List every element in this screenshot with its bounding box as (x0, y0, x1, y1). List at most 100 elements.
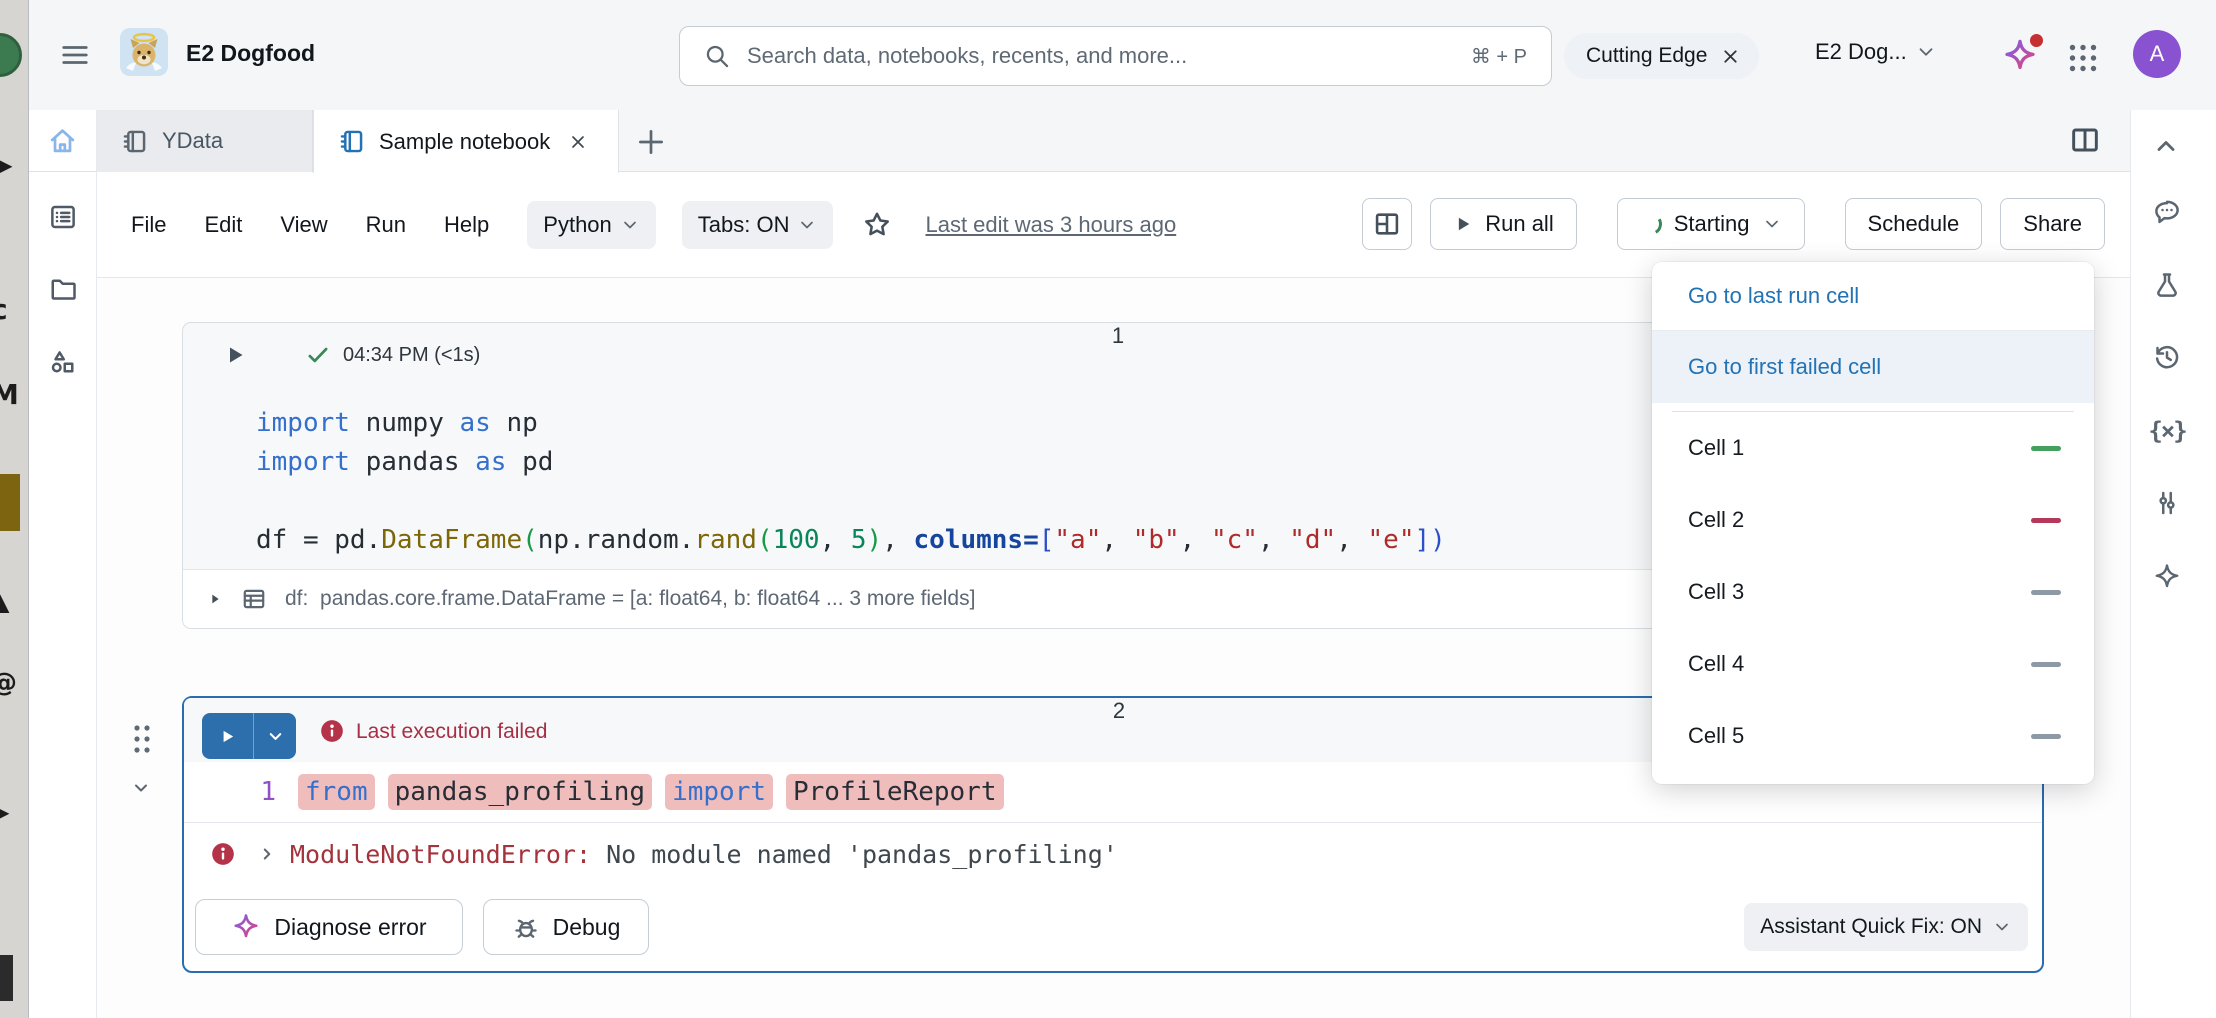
code-token: columns (913, 525, 1024, 555)
cell-status-dash-none (2031, 589, 2061, 595)
dataframe-summary: df: pandas.core.frame.DataFrame = [a: fl… (285, 587, 976, 610)
run-menu-cell-row[interactable]: Cell 4 (1652, 628, 2094, 700)
hamburger-menu-icon[interactable] (58, 40, 92, 70)
code-line: import pandas as pd (256, 443, 1446, 482)
menu-edit[interactable]: Edit (204, 212, 242, 238)
variables-icon[interactable]: {×} (2148, 416, 2187, 446)
cluster-status-button[interactable]: Starting (1616, 198, 1805, 250)
go-to-last-run-cell[interactable]: Go to last run cell (1652, 262, 2094, 330)
run-all-button[interactable]: Run all (1430, 198, 1577, 250)
code-token: 100 (772, 525, 820, 555)
background-window-strip: ▶ c M ▲ @ ▶ (0, 0, 28, 1018)
error-message: ModuleNotFoundError: No module named 'pa… (290, 840, 1118, 869)
tab-sample-notebook[interactable]: Sample notebook (313, 110, 619, 173)
user-avatar[interactable]: A (2133, 30, 2181, 78)
code-token: ProfileReport (786, 774, 1004, 810)
run-menu-cell-row[interactable]: Cell 2 (1652, 484, 2094, 556)
run-options-button[interactable] (254, 713, 296, 759)
background-olive-shape (0, 474, 20, 531)
settings-sliders-icon[interactable] (2152, 488, 2182, 518)
run-menu-cell-row[interactable]: Cell 5 (1652, 700, 2094, 772)
assistant-quick-fix-toggle[interactable]: Assistant Quick Fix: ON (1744, 903, 2028, 951)
run-button[interactable] (202, 713, 254, 759)
experiments-flask-icon[interactable] (2152, 270, 2182, 300)
code-token: , (1257, 525, 1290, 555)
sidebar-item-shapes[interactable] (48, 347, 78, 377)
app-switcher-icon[interactable] (2065, 40, 2101, 76)
history-icon[interactable] (2152, 342, 2182, 372)
last-edit-link[interactable]: Last edit was 3 hours ago (925, 212, 1176, 238)
debug-button[interactable]: Debug (483, 899, 649, 955)
cutting-edge-chip[interactable]: Cutting Edge (1564, 33, 1760, 79)
search-input[interactable]: Search data, notebooks, recents, and mor… (679, 26, 1552, 86)
home-tab[interactable] (29, 110, 97, 171)
run-menu-cell-row[interactable]: Cell 1 (1652, 412, 2094, 484)
code-token: , (1179, 525, 1211, 555)
menu-help[interactable]: Help (444, 212, 489, 238)
tab-close-icon[interactable] (568, 132, 588, 152)
cell-label: Cell 5 (1688, 723, 1745, 748)
diagnose-error-button[interactable]: Diagnose error (195, 899, 463, 955)
workspace-selector[interactable]: E2 Dog... (1815, 39, 1937, 65)
menu-run[interactable]: Run (366, 212, 406, 238)
cell-drag-handle[interactable] (130, 723, 154, 755)
code-token: ] (1414, 525, 1431, 555)
code-token: np (490, 408, 538, 438)
collapse-cell-icon[interactable] (128, 778, 154, 798)
chevron-down-icon (801, 221, 814, 228)
code-token: , (1336, 525, 1368, 555)
tabs-toggle[interactable]: Tabs: ON (681, 200, 834, 249)
code-token: df = pd. (256, 525, 382, 555)
code-token: "e" (1367, 525, 1415, 555)
tab-ydata[interactable]: YData (97, 110, 313, 172)
code-token: ) (866, 525, 883, 555)
cell-1-code[interactable]: import numpy as np import pandas as pd df … (256, 404, 1446, 560)
expand-caret-icon[interactable] (207, 591, 223, 607)
cell-label: Cell 3 (1688, 579, 1745, 604)
cell-status-dash-none (2031, 733, 2061, 739)
top-header: E2 Dogfood Search data, notebooks, recen… (29, 0, 2216, 110)
comments-icon[interactable] (2152, 197, 2182, 227)
error-type: ModuleNotFoundError: (290, 840, 592, 869)
run-menu-cell-row[interactable]: Cell 3 (1652, 556, 2094, 628)
favorite-star-icon[interactable] (861, 209, 893, 241)
spinner-icon (1637, 210, 1665, 238)
collapse-panel-icon[interactable] (2152, 132, 2182, 162)
go-to-first-failed-cell[interactable]: Go to first failed cell (1652, 330, 2094, 403)
search-shortcut: ⌘ + P (1470, 45, 1527, 68)
code-token: pandas_profiling (387, 774, 653, 810)
sidebar-item-toc[interactable] (48, 202, 78, 232)
run-status-dropdown: Go to last run cell Go to first failed c… (1652, 262, 2094, 784)
expand-error-icon[interactable] (258, 845, 276, 863)
split-view-icon[interactable] (2069, 124, 2103, 158)
menu-file[interactable]: File (131, 212, 166, 238)
chip-close-icon[interactable] (1720, 46, 1741, 67)
code-token: "d" (1289, 525, 1337, 555)
code-token: [ (1038, 525, 1055, 555)
workspace-title: E2 Dogfood (186, 40, 316, 66)
language-selector[interactable]: Python (527, 200, 656, 249)
new-tab-button[interactable] (634, 125, 668, 159)
cell-status-text: Last execution failed (356, 720, 548, 743)
code-token: rand (694, 525, 757, 555)
cell-status-list: Cell 1 Cell 2 Cell 3 Cell 4 Cell 5 (1652, 412, 2094, 772)
error-info-icon (319, 718, 345, 744)
cell-label: Cell 4 (1688, 651, 1745, 676)
chevron-down-icon (269, 732, 281, 740)
assistant-sparkle-icon[interactable] (2152, 562, 2182, 592)
share-button[interactable]: Share (2000, 198, 2105, 250)
search-placeholder: Search data, notebooks, recents, and mor… (747, 43, 1188, 68)
databricks-window: E2 Dogfood Search data, notebooks, recen… (28, 0, 2216, 1018)
layout-button[interactable] (1362, 198, 1413, 250)
run-cell-icon[interactable] (223, 343, 247, 367)
sidebar-item-folder[interactable] (48, 274, 78, 304)
code-token: pd (506, 447, 554, 477)
cell-number: 1 (1111, 323, 1125, 348)
schedule-button[interactable]: Schedule (1844, 198, 1983, 250)
menu-view[interactable]: View (280, 212, 327, 238)
code-token: as (475, 447, 507, 477)
run-cell-split-button[interactable] (202, 713, 296, 759)
assistant-sparkle-button[interactable] (2001, 34, 2043, 77)
code-line: df = pd.DataFrame(np.random.rand(100, 5)… (256, 521, 1446, 560)
